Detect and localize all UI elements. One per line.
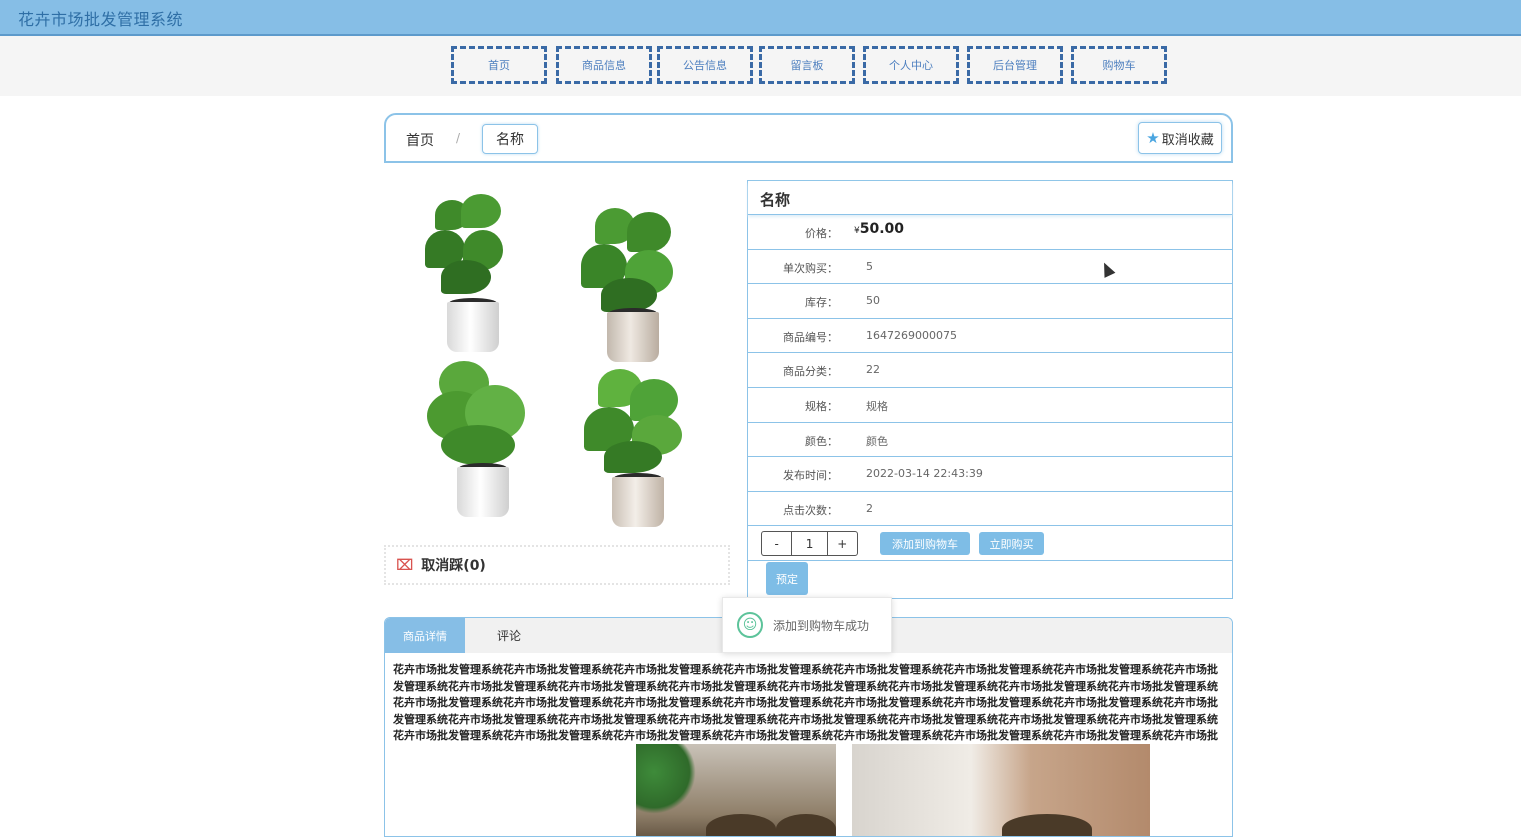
buy-now-button[interactable]: 立即购买 [979, 532, 1044, 556]
price-row: 价格： ¥50.00 [748, 215, 1232, 250]
field-value: 22 [866, 363, 880, 377]
thumbs-down-icon: ⌧ [396, 556, 414, 574]
app-header: 花卉市场批发管理系统 [0, 0, 1521, 36]
field-row: 点击次数： 2 [748, 492, 1232, 527]
app-title: 花卉市场批发管理系统 [18, 10, 184, 29]
breadcrumb-home[interactable]: 首页 [406, 130, 434, 150]
field-value: 2 [866, 501, 873, 515]
tab-comments[interactable]: 评论 [477, 618, 541, 653]
detail-photo-1 [636, 744, 836, 836]
toast-text: 添加到购物车成功 [773, 618, 870, 633]
breadcrumb-separator: / [456, 131, 461, 145]
nav-announcements[interactable]: 公告信息 [657, 46, 753, 84]
field-value: 规格 [866, 399, 888, 413]
field-row: 规格： 规格 [748, 388, 1232, 423]
field-label: 商品编号： [783, 330, 838, 344]
tab-product-details[interactable]: 商品详情 [385, 618, 465, 653]
reserve-button[interactable]: 预定 [766, 562, 808, 595]
field-label: 单次购买： [783, 261, 838, 275]
purchase-row: - 1 + 添加到购物车 立即购买 [748, 526, 1232, 561]
field-value: 2022-03-14 22:43:39 [866, 467, 983, 481]
field-label: 库存： [805, 296, 838, 310]
breadcrumb: 首页 / 名称 ★ 取消收藏 [384, 113, 1233, 163]
smile-icon: ☺ [737, 612, 763, 638]
nav-cart[interactable]: 购物车 [1071, 46, 1167, 84]
nav-user-center[interactable]: 个人中心 [863, 46, 959, 84]
star-icon: ★ [1146, 129, 1160, 147]
quantity-increase-button[interactable]: + [828, 532, 857, 555]
field-label: 商品分类： [783, 365, 838, 379]
field-row: 发布时间： 2022-03-14 22:43:39 [748, 457, 1232, 492]
breadcrumb-current: 名称 [482, 124, 538, 154]
field-row: 库存： 50 [748, 284, 1232, 319]
toast-message: ☺ 添加到购物车成功 [722, 597, 892, 653]
nav-home[interactable]: 首页 [451, 46, 547, 84]
plant-image-3 [415, 355, 555, 525]
quantity-decrease-button[interactable]: - [762, 532, 791, 555]
product-name: 名称 [748, 181, 1232, 215]
field-value: 颜色 [866, 434, 888, 448]
field-row: 单次购买： 5 [748, 250, 1232, 285]
field-row: 颜色： 颜色 [748, 423, 1232, 458]
undislike-label: 取消踩(0) [421, 558, 486, 574]
field-label: 点击次数： [783, 503, 838, 517]
quantity-input[interactable]: 1 [791, 532, 828, 556]
field-label: 规格： [805, 399, 838, 413]
product-info-panel: 名称 价格： ¥50.00 单次购买： 5 库存： 50 商品编号： 16472… [747, 180, 1233, 599]
plant-image-1 [405, 190, 545, 360]
unfavorite-label: 取消收藏 [1161, 132, 1214, 148]
nav-message-board[interactable]: 留言板 [759, 46, 855, 84]
undislike-button[interactable]: ⌧ 取消踩(0) [384, 545, 730, 585]
field-value: 1647269000075 [866, 328, 957, 342]
unfavorite-button[interactable]: ★ 取消收藏 [1138, 122, 1222, 154]
product-image [400, 180, 720, 530]
add-to-cart-button[interactable]: 添加到购物车 [880, 532, 970, 556]
price-value: ¥50.00 [854, 221, 905, 237]
field-label: 颜色： [805, 434, 838, 448]
quantity-stepper: - 1 + [761, 531, 858, 557]
field-value: 5 [866, 259, 873, 273]
field-row: 商品编号： 1647269000075 [748, 319, 1232, 354]
field-row: 商品分类： 22 [748, 353, 1232, 388]
nav-products[interactable]: 商品信息 [556, 46, 652, 84]
product-description: 花卉市场批发管理系统花卉市场批发管理系统花卉市场批发管理系统花卉市场批发管理系统… [393, 663, 1218, 742]
field-label: 价格： [805, 227, 838, 240]
main-nav: 首页 商品信息 公告信息 留言板 个人中心 后台管理 购物车 [0, 36, 1521, 96]
plant-image-4 [570, 365, 710, 535]
detail-photo-2 [852, 744, 1150, 836]
field-label: 发布时间： [783, 469, 838, 483]
plant-image-2 [565, 200, 705, 370]
field-value: 50 [866, 294, 880, 308]
nav-admin[interactable]: 后台管理 [967, 46, 1063, 84]
